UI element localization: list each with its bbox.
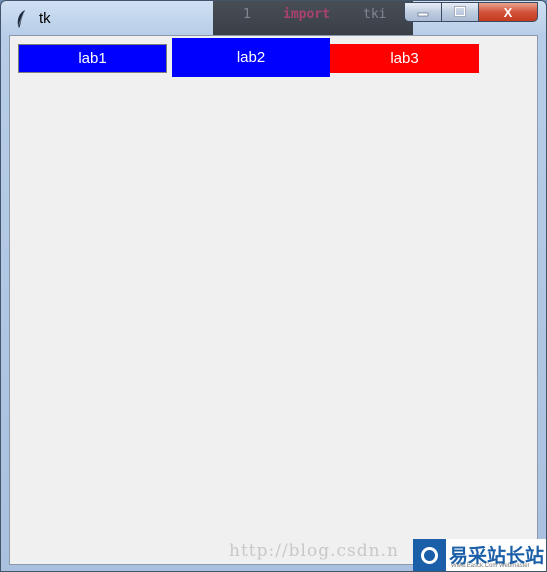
label-lab1-text: lab1 <box>78 50 107 67</box>
editor-keyword: import <box>283 7 330 22</box>
background-editor-glimpse: 1 import tki <box>213 1 413 35</box>
app-window: 1 import tki tk X lab1 lab2 lab3 http://… <box>0 0 547 572</box>
editor-line-number: 1 <box>243 7 251 22</box>
window-title: tk <box>39 10 51 27</box>
window-client-area: lab1 lab2 lab3 <box>9 35 538 565</box>
minimize-icon <box>417 5 429 20</box>
maximize-button[interactable] <box>441 2 478 22</box>
easck-logo-icon <box>413 539 446 571</box>
editor-module-fragment: tki <box>363 7 387 22</box>
minimize-button[interactable] <box>404 2 441 22</box>
label-lab1: lab1 <box>18 44 167 73</box>
watermark-badge: 易采站长站 Www.Easck.Com Webmaster <box>413 539 546 571</box>
close-icon: X <box>503 4 513 20</box>
label-lab3-text: lab3 <box>390 50 419 67</box>
close-button[interactable]: X <box>478 2 538 22</box>
label-lab3: lab3 <box>330 44 479 73</box>
tk-feather-icon[interactable] <box>15 9 27 29</box>
window-controls: X <box>404 2 538 23</box>
badge-subtitle: Www.Easck.Com Webmaster <box>451 563 530 569</box>
maximize-icon <box>454 5 466 20</box>
watermark-url: http://blog.csdn.n <box>229 541 399 561</box>
title-bar[interactable]: 1 import tki tk X <box>1 1 546 35</box>
label-lab2: lab2 <box>172 38 330 77</box>
label-lab2-text: lab2 <box>236 49 266 66</box>
